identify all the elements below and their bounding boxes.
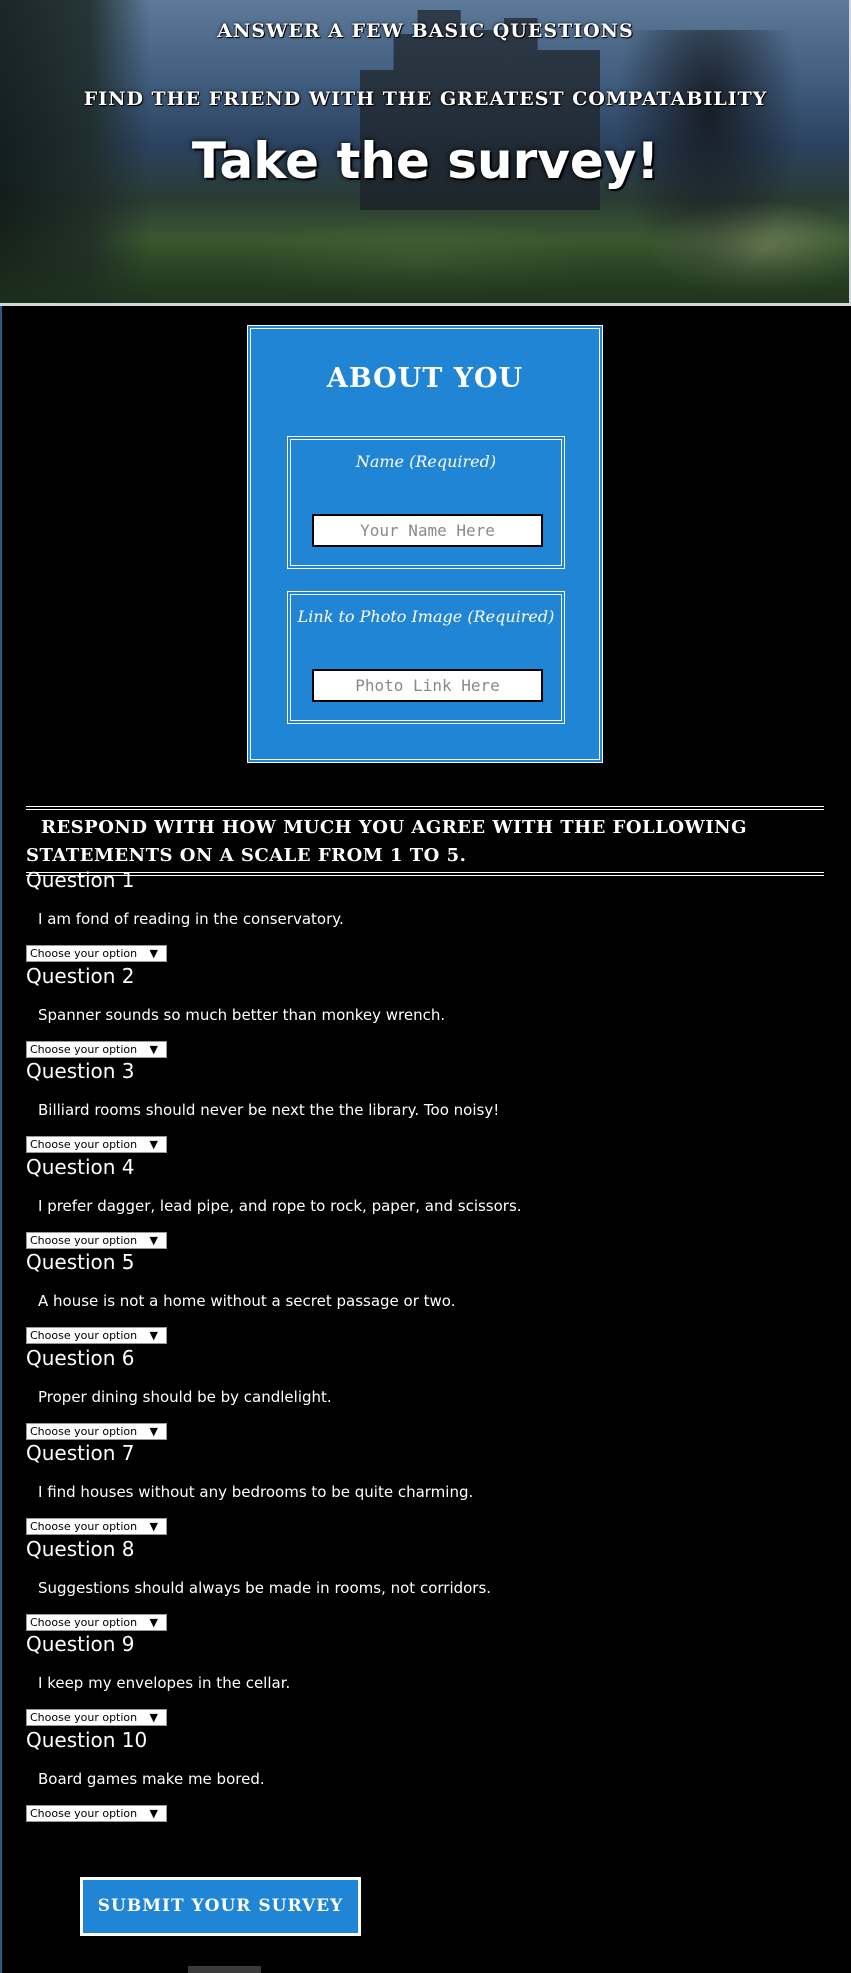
- question-text: Proper dining should be by candlelight.: [38, 1387, 332, 1406]
- question-3-select[interactable]: Choose your option ▼: [26, 1136, 167, 1153]
- lawn-image: [0, 233, 849, 303]
- triangle-down-icon: ▼: [149, 1711, 158, 1724]
- question-item: Question 5 A house is not a home without…: [26, 1248, 826, 1344]
- select-value: Choose your option: [30, 1806, 138, 1820]
- triangle-down-icon: ▼: [149, 1520, 158, 1533]
- select-value: Choose your option: [30, 1615, 138, 1629]
- name-label: Name (Required): [355, 452, 497, 471]
- select-value: Choose your option: [30, 1329, 138, 1342]
- triangle-down-icon: ▼: [149, 1615, 158, 1629]
- question-title: Question 2: [26, 963, 135, 988]
- question-title: Question 8: [26, 1536, 135, 1561]
- question-title: Question 4: [26, 1154, 135, 1179]
- left-edge-line: [0, 306, 2, 1973]
- question-text: Spanner sounds so much better than monke…: [38, 1005, 446, 1024]
- question-text: I am fond of reading in the conservatory…: [38, 910, 344, 928]
- triangle-down-icon: ▼: [149, 1424, 158, 1438]
- select-value: Choose your option: [30, 1042, 138, 1056]
- question-item: Question 9 I keep my envelopes in the ce…: [26, 1630, 826, 1726]
- photo-label: Link to Photo Image (Required): [297, 607, 555, 626]
- question-text: A house is not a home without a secret p…: [38, 1292, 456, 1310]
- question-item: Question 4 I prefer dagger, lead pipe, a…: [26, 1153, 826, 1249]
- triangle-down-icon: ▼: [149, 1138, 158, 1151]
- name-input[interactable]: [312, 514, 543, 547]
- question-title: Question 1: [26, 868, 135, 892]
- submit-survey-button[interactable]: SUBMIT YOUR SURVEY: [80, 1877, 361, 1936]
- question-4-select[interactable]: Choose your option ▼: [26, 1231, 167, 1249]
- select-value: Choose your option: [30, 1233, 138, 1247]
- question-item: Question 8 Suggestions should always be …: [26, 1535, 826, 1631]
- question-5-select[interactable]: Choose your option ▼: [26, 1327, 167, 1344]
- photo-link-input[interactable]: [312, 669, 543, 702]
- question-text: Suggestions should always be made in roo…: [38, 1578, 492, 1597]
- question-item: Question 7 I find houses without any bed…: [26, 1439, 826, 1535]
- select-value: Choose your option: [30, 1138, 138, 1151]
- question-item: Question 3 Billiard rooms should never b…: [26, 1057, 826, 1153]
- triangle-down-icon: ▼: [149, 1042, 158, 1056]
- about-you-panel: ABOUT YOU Name (Required) Link to Photo …: [247, 325, 603, 763]
- question-title: Question 5: [26, 1250, 135, 1274]
- question-8-select[interactable]: Choose your option ▼: [26, 1613, 167, 1631]
- question-title: Question 10: [26, 1727, 148, 1752]
- page-title: Take the survey!: [191, 132, 660, 190]
- select-value: Choose your option: [30, 1520, 138, 1533]
- question-1-select[interactable]: Choose your option ▼: [26, 945, 167, 962]
- triangle-down-icon: ▼: [149, 1806, 158, 1820]
- select-value: Choose your option: [30, 1711, 138, 1724]
- question-title: Question 3: [26, 1059, 135, 1083]
- question-item: Question 1 I am fond of reading in the c…: [26, 866, 826, 962]
- question-text: I find houses without any bedrooms to be…: [38, 1483, 474, 1501]
- triangle-down-icon: ▼: [149, 1329, 158, 1342]
- photo-field-group: Link to Photo Image (Required): [287, 591, 565, 724]
- question-text: Board games make me bored.: [38, 1769, 265, 1788]
- question-item: Question 6 Proper dining should be by ca…: [26, 1344, 826, 1440]
- about-you-title: ABOUT YOU: [326, 363, 524, 394]
- question-item: Question 10 Board games make me bored. C…: [26, 1726, 826, 1822]
- question-item: Question 2 Spanner sounds so much better…: [26, 962, 826, 1058]
- question-text: I keep my envelopes in the cellar.: [38, 1674, 291, 1692]
- question-7-select[interactable]: Choose your option ▼: [26, 1518, 167, 1535]
- hero-subtitle-2: FIND THE FRIEND WITH THE GREATEST COMPAT…: [83, 88, 768, 110]
- question-title: Question 9: [26, 1632, 135, 1656]
- triangle-down-icon: ▼: [149, 947, 158, 960]
- question-title: Question 6: [26, 1345, 135, 1370]
- question-10-select[interactable]: Choose your option ▼: [26, 1804, 167, 1822]
- question-text: Billiard rooms should never be next the …: [38, 1101, 500, 1119]
- question-2-select[interactable]: Choose your option ▼: [26, 1040, 167, 1058]
- question-list: Question 1 I am fond of reading in the c…: [26, 866, 826, 1822]
- question-title: Question 7: [26, 1441, 135, 1465]
- horizontal-scrollbar-thumb[interactable]: [188, 1966, 261, 1973]
- name-field-group: Name (Required): [287, 436, 565, 569]
- hero-banner: ANSWER A FEW BASIC QUESTIONS FIND THE FR…: [0, 0, 851, 303]
- question-text: I prefer dagger, lead pipe, and rope to …: [38, 1196, 522, 1215]
- hero-divider: [0, 303, 851, 306]
- select-value: Choose your option: [30, 1424, 138, 1438]
- hero-subtitle-1: ANSWER A FEW BASIC QUESTIONS: [217, 20, 634, 42]
- triangle-down-icon: ▼: [149, 1233, 158, 1247]
- select-value: Choose your option: [30, 947, 138, 960]
- question-6-select[interactable]: Choose your option ▼: [26, 1422, 167, 1440]
- question-9-select[interactable]: Choose your option ▼: [26, 1709, 167, 1726]
